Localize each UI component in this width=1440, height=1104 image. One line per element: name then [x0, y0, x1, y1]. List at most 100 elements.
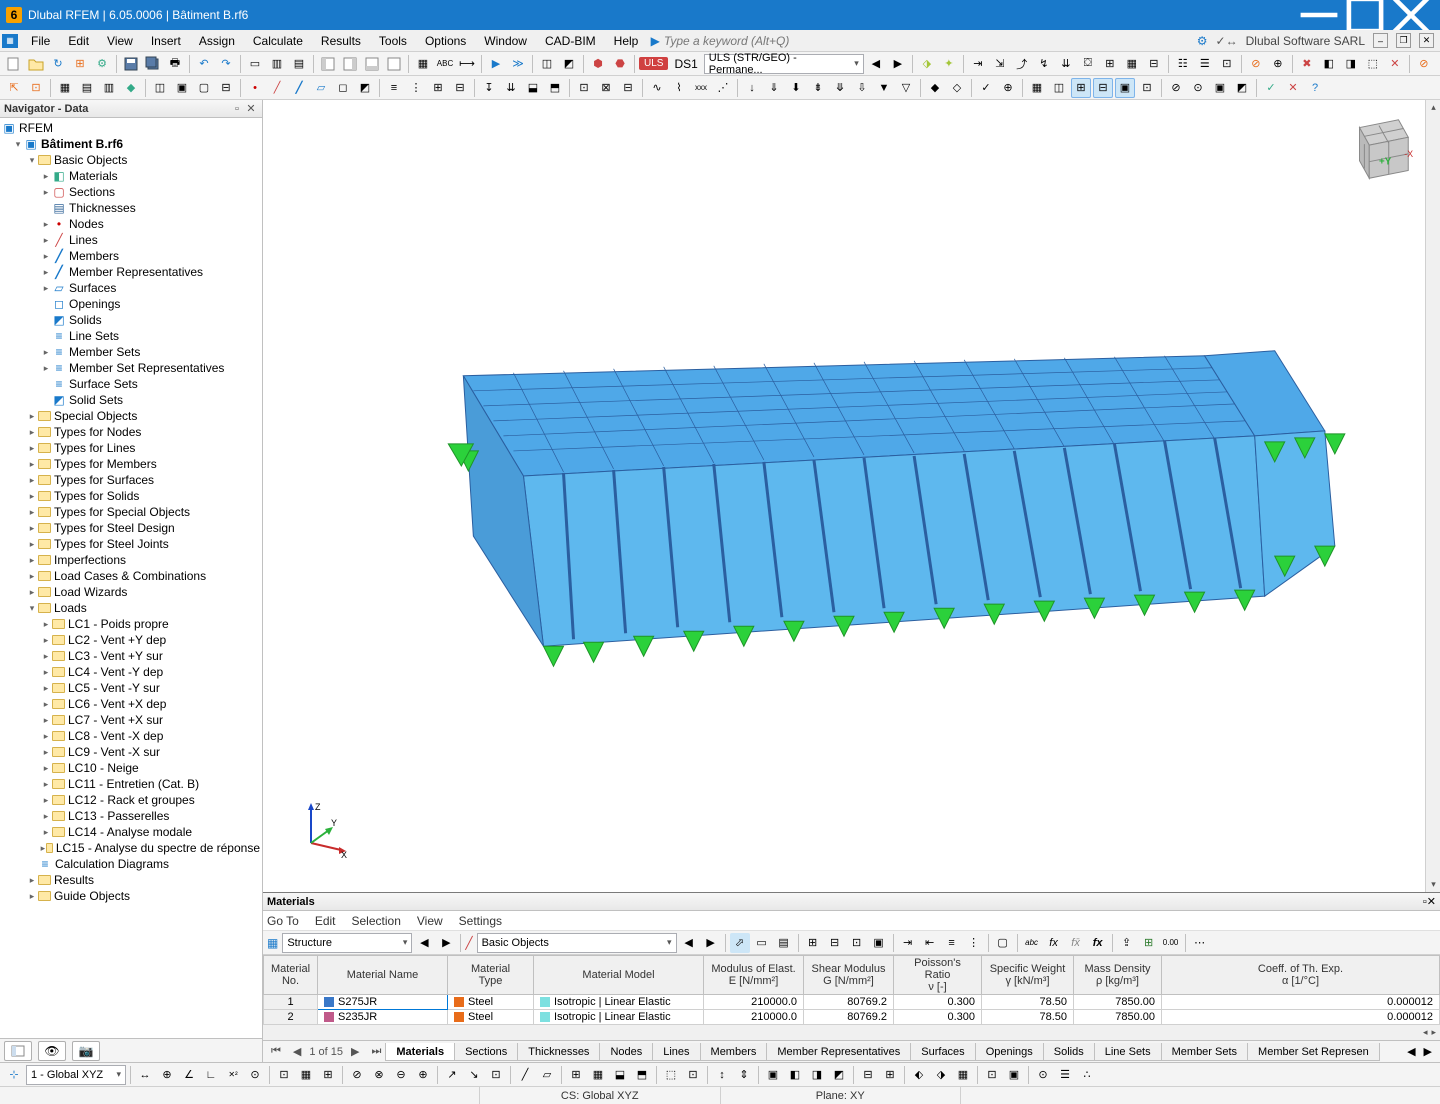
t2-m3-icon[interactable]: ▣ — [1210, 78, 1230, 98]
bt3-icon[interactable]: ∠ — [179, 1065, 199, 1085]
tab-surfaces[interactable]: Surfaces — [910, 1043, 975, 1061]
r4-icon[interactable]: ↯ — [1034, 54, 1054, 74]
matmenu-settings[interactable]: Settings — [459, 914, 502, 928]
tree-lc14[interactable]: ▸LC14 - Analyse modale — [0, 824, 262, 840]
tree-lc7[interactable]: ▸LC7 - Vent +X sur — [0, 712, 262, 728]
bt35-icon[interactable]: ▦ — [953, 1065, 973, 1085]
wizard-icon[interactable]: ⚙ — [92, 54, 112, 74]
nav-data-tab-icon[interactable] — [4, 1041, 32, 1061]
tree-load-cases-combinations[interactable]: ▸Load Cases & Combinations — [0, 568, 262, 584]
tree-lc5[interactable]: ▸LC5 - Vent -Y sur — [0, 680, 262, 696]
next-lc-icon[interactable]: ▶ — [888, 54, 908, 74]
pt-e-icon[interactable]: ⇥ — [898, 933, 918, 953]
bt34-icon[interactable]: ⬗ — [931, 1065, 951, 1085]
pt-h-icon[interactable]: ⋮ — [964, 933, 984, 953]
pt-dec-icon[interactable]: 0.00 — [1161, 933, 1181, 953]
grid1-icon[interactable]: ▦ — [413, 54, 433, 74]
r13-icon[interactable]: ⊘ — [1246, 54, 1266, 74]
bt19-icon[interactable]: ⊞ — [566, 1065, 586, 1085]
reload-icon[interactable]: ↻ — [48, 54, 68, 74]
filter2-icon[interactable]: ◫ — [537, 54, 557, 74]
materials-pager[interactable]: ⏮◀ 1 of 15 ▶⏭ — [267, 1045, 385, 1058]
line-icon[interactable]: ╱ — [267, 78, 287, 98]
mdi-restore-button[interactable]: ❐ — [1396, 33, 1411, 48]
tab-thicknesses[interactable]: Thicknesses — [517, 1043, 600, 1061]
r14-icon[interactable]: ⊕ — [1268, 54, 1288, 74]
tab-openings[interactable]: Openings — [975, 1043, 1044, 1061]
r18-icon[interactable]: ⬚ — [1363, 54, 1383, 74]
member-icon[interactable]: ╱ — [289, 78, 309, 98]
close-button[interactable] — [1388, 0, 1434, 30]
tree-openings[interactable]: Openings — [0, 296, 262, 312]
bt30-icon[interactable]: ◩ — [829, 1065, 849, 1085]
bt16-icon[interactable]: ⊡ — [486, 1065, 506, 1085]
bt10-icon[interactable]: ⊘ — [347, 1065, 367, 1085]
tree-basic-objects[interactable]: ▾Basic Objects — [0, 152, 262, 168]
open-icon[interactable] — [26, 54, 46, 74]
menu-cad-bim[interactable]: CAD-BIM — [536, 32, 605, 50]
tree-sections[interactable]: ▸Sections — [0, 184, 262, 200]
t2-l1-icon[interactable]: ▦ — [1027, 78, 1047, 98]
col-name[interactable]: Material Name — [347, 969, 419, 981]
r6-icon[interactable]: ⛋ — [1078, 54, 1098, 74]
col-d[interactable]: Mass Density ρ [kg/m³] — [1084, 963, 1150, 987]
bt25-icon[interactable]: ↕ — [712, 1065, 732, 1085]
r17-icon[interactable]: ◨ — [1341, 54, 1361, 74]
col-a[interactable]: Coeff. of Th. Exp. α [1/°C] — [1258, 963, 1343, 987]
nav-eye-tab-icon[interactable]: 👁 — [38, 1041, 66, 1061]
tree-thicknesses[interactable]: Thicknesses — [0, 200, 262, 216]
t2-sp4-icon[interactable]: ⬒ — [545, 78, 565, 98]
bt22-icon[interactable]: ⬒ — [632, 1065, 652, 1085]
t2-h4-icon[interactable]: ⋰ — [713, 78, 733, 98]
t2-set4-icon[interactable]: ⊟ — [450, 78, 470, 98]
menu-results[interactable]: Results — [312, 32, 370, 50]
t2-6-icon[interactable]: ◆ — [121, 78, 141, 98]
panel1-icon[interactable] — [318, 54, 338, 74]
materials-header[interactable]: Materials ▫ ✕ — [263, 893, 1440, 911]
t2-h3-icon[interactable]: xxx — [691, 78, 711, 98]
viewport-3d[interactable]: Z X Y +Y -X ▴▾ — [263, 100, 1440, 892]
t2-k2-icon[interactable]: ⊕ — [998, 78, 1018, 98]
tree-lc9[interactable]: ▸LC9 - Vent -X sur — [0, 744, 262, 760]
tree-lc15[interactable]: ▸LC15 - Analyse du spectre de réponse — [0, 840, 262, 856]
bt36-icon[interactable]: ⊡ — [982, 1065, 1002, 1085]
pt-b-icon[interactable]: ⊟ — [825, 933, 845, 953]
menu-assign[interactable]: Assign — [190, 32, 244, 50]
bt27-icon[interactable]: ▣ — [763, 1065, 783, 1085]
bt31-icon[interactable]: ⊟ — [858, 1065, 878, 1085]
menu-calculate[interactable]: Calculate — [244, 32, 312, 50]
t2-i5-icon[interactable]: ⤋ — [830, 78, 850, 98]
menu-help[interactable]: Help — [605, 32, 648, 50]
t2-sp1-icon[interactable]: ↧ — [479, 78, 499, 98]
t2-i2-icon[interactable]: ⇓ — [764, 78, 784, 98]
pt-xls-icon[interactable]: ⊞ — [1139, 933, 1159, 953]
nav-cam-tab-icon[interactable]: 📷 — [72, 1041, 100, 1061]
bt5-icon[interactable]: ✕² — [223, 1065, 243, 1085]
panel3-icon[interactable] — [362, 54, 382, 74]
tree-lines[interactable]: ▸Lines — [0, 232, 262, 248]
tree-lc3[interactable]: ▸LC3 - Vent +Y sur — [0, 648, 262, 664]
t2-7-icon[interactable]: ◫ — [150, 78, 170, 98]
tree-types-for-special-objects[interactable]: ▸Types for Special Objects — [0, 504, 262, 520]
t2-set3-icon[interactable]: ⊞ — [428, 78, 448, 98]
tool-a-icon[interactable]: ▭ — [245, 54, 265, 74]
t2-l6-icon[interactable]: ⊡ — [1137, 78, 1157, 98]
t2-g2-icon[interactable]: ⊠ — [596, 78, 616, 98]
pt-f-icon[interactable]: ⇤ — [920, 933, 940, 953]
basic-combo[interactable]: Basic Objects — [477, 933, 677, 953]
structure-combo[interactable]: Structure — [282, 933, 412, 953]
tab-solids[interactable]: Solids — [1043, 1043, 1095, 1061]
print-icon[interactable]: 🖶 — [165, 54, 185, 74]
menu-view[interactable]: View — [98, 32, 142, 50]
pt-g-icon[interactable]: ≡ — [942, 933, 962, 953]
pt-fx3-icon[interactable]: fx — [1088, 933, 1108, 953]
pt-next-icon[interactable]: ▶ — [436, 933, 456, 953]
menu-tools[interactable]: Tools — [370, 32, 416, 50]
r15-icon[interactable]: ✖ — [1297, 54, 1317, 74]
tab-member-sets[interactable]: Member Sets — [1161, 1043, 1248, 1061]
save-icon[interactable] — [121, 54, 141, 74]
tab-sections[interactable]: Sections — [454, 1043, 518, 1061]
tree-guide-objects[interactable]: ▸Guide Objects — [0, 888, 262, 904]
tree-file[interactable]: ▾Bâtiment B.rf6 — [0, 136, 262, 152]
app-menu-icon[interactable]: ▦ — [2, 34, 18, 48]
